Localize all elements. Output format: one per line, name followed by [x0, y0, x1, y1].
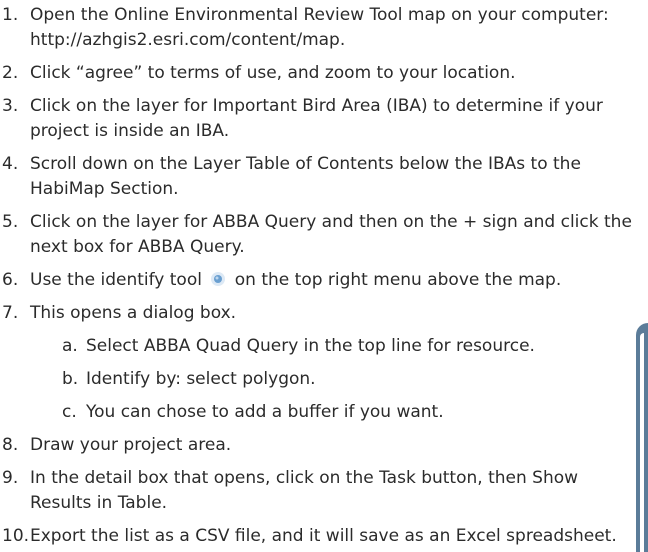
step-3: 3. Click on the layer for Important Bird… [0, 94, 648, 144]
step-9: 9. In the detail box that opens, click o… [0, 466, 648, 516]
step-number: 3. [2, 96, 19, 116]
step-number: 1. [2, 5, 19, 25]
instruction-steps: 1. Open the Online Environmental Review … [0, 3, 648, 552]
step-text: Click on the layer for Important Bird Ar… [30, 96, 603, 141]
step-number: 7. [2, 303, 19, 323]
step-text: Click “agree” to terms of use, and zoom … [30, 63, 516, 83]
substeps: a. Select ABBA Quad Query in the top lin… [0, 334, 648, 425]
substep-letter: a. [62, 336, 78, 356]
step-text: Scroll down on the Layer Table of Conten… [30, 154, 581, 199]
substep-b: b. Identify by: select polygon. [0, 367, 648, 392]
step-text-after-icon: on the top right menu above the map. [234, 270, 562, 290]
substep-c: c. You can chose to add a buffer if you … [0, 400, 648, 425]
substep-text: You can chose to add a buffer if you wan… [86, 402, 444, 422]
step-text: Export the list as a CSV file, and it wi… [30, 526, 617, 546]
step-text: Click on the layer for ABBA Query and th… [30, 212, 632, 257]
identify-tool-icon [209, 270, 227, 288]
step-number: 2. [2, 63, 19, 83]
step-number: 6. [2, 270, 19, 290]
instructions-page: 1. Open the Online Environmental Review … [0, 0, 648, 552]
step-text: Use the identify tool on the top right m… [30, 268, 648, 293]
step-5: 5. Click on the layer for ABBA Query and… [0, 210, 648, 260]
substep-letter: b. [62, 369, 79, 389]
step-2: 2. Click “agree” to terms of use, and zo… [0, 61, 648, 86]
step-number: 4. [2, 154, 19, 174]
step-4: 4. Scroll down on the Layer Table of Con… [0, 152, 648, 202]
step-text: Open the Online Environmental Review Too… [30, 5, 609, 50]
step-number: 5. [2, 212, 19, 232]
step-1: 1. Open the Online Environmental Review … [0, 3, 648, 53]
substep-text: Identify by: select polygon. [86, 369, 316, 389]
step-number: 9. [2, 468, 19, 488]
step-text: This opens a dialog box. [30, 303, 237, 323]
side-tab [636, 323, 648, 552]
step-8: 8. Draw your project area. [0, 433, 648, 458]
step-7: 7. This opens a dialog box. [0, 301, 648, 326]
step-number: 8. [2, 435, 19, 455]
step-number: 10. [2, 526, 30, 546]
substep-text: Select ABBA Quad Query in the top line f… [86, 336, 535, 356]
step-text: In the detail box that opens, click on t… [30, 468, 579, 513]
step-10: 10. Export the list as a CSV file, and i… [0, 524, 648, 549]
substep-a: a. Select ABBA Quad Query in the top lin… [0, 334, 648, 359]
step-text: Draw your project area. [30, 435, 232, 455]
step-text-before-icon: Use the identify tool [30, 270, 202, 290]
side-tab-inner [640, 333, 644, 552]
step-6: 6. Use the identify tool on the top righ… [0, 268, 648, 293]
substep-list: a. Select ABBA Quad Query in the top lin… [0, 334, 648, 425]
substep-letter: c. [62, 402, 77, 422]
